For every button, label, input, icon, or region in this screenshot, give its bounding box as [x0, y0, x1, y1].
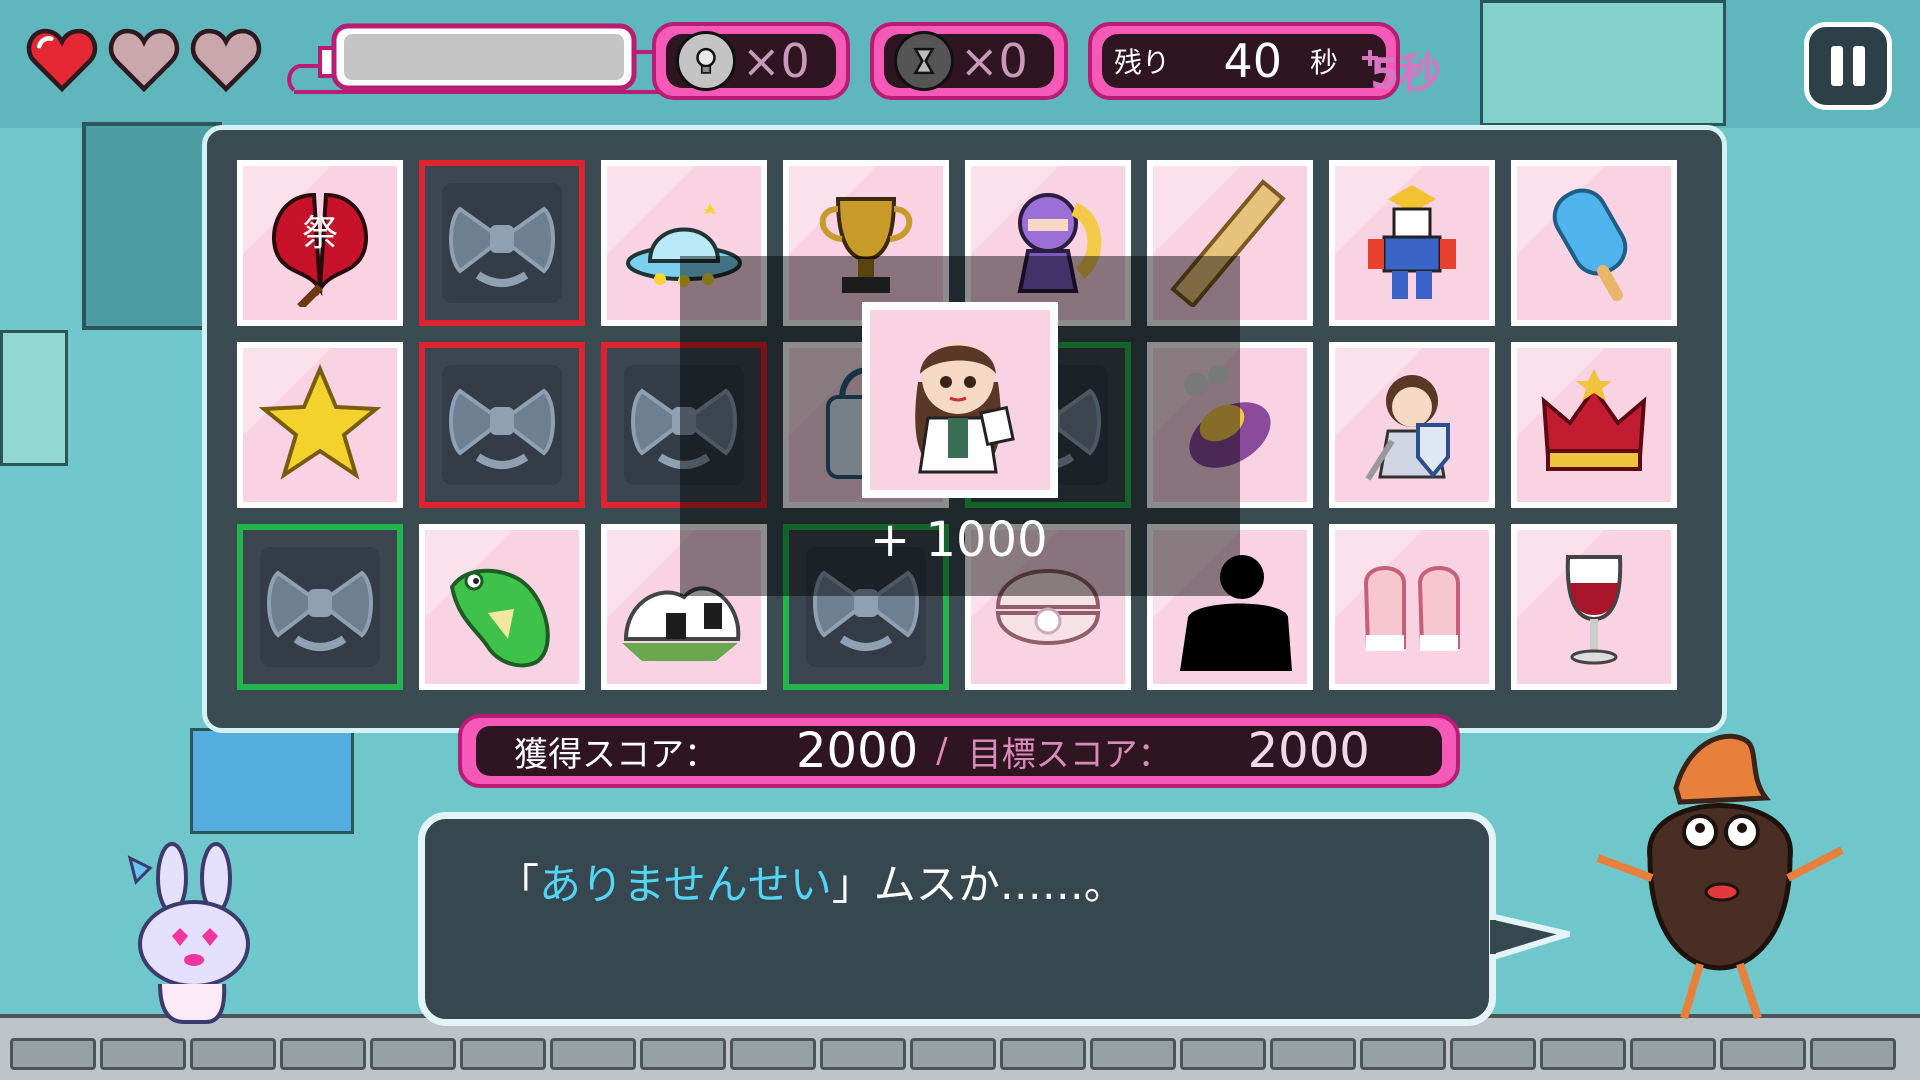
- card-2-1[interactable]: [419, 524, 585, 690]
- life-hearts: [24, 22, 264, 98]
- svg-text:祭: 祭: [302, 213, 338, 254]
- hint-count: ×0: [742, 34, 810, 88]
- time-bonus: 5秒: [1370, 49, 1442, 98]
- bow-icon: [260, 547, 380, 667]
- hint-item-counter[interactable]: ×0: [652, 22, 850, 100]
- score-popup: + 1000: [870, 512, 1048, 568]
- card-2-7[interactable]: [1511, 524, 1677, 690]
- heart-empty-icon: [190, 28, 262, 93]
- dialogue-highlight: ありませんせい: [539, 860, 832, 909]
- matched-card-popup: [862, 302, 1058, 498]
- timer-panel: 残り 40 秒: [1088, 22, 1400, 100]
- fever-gauge: [287, 23, 659, 94]
- background-window-right: [1480, 0, 1726, 126]
- chestnut-character: [1596, 733, 1844, 1020]
- card-1-6[interactable]: [1329, 342, 1495, 508]
- card-0-6[interactable]: [1329, 160, 1495, 326]
- background-blue-sign: [190, 728, 354, 834]
- earned-score-value: 2000: [796, 723, 919, 779]
- hourglass-icon: [894, 31, 954, 91]
- target-score-label: 目標スコア：: [967, 734, 1172, 775]
- popsicle-icon: [1552, 188, 1628, 302]
- card-0-0[interactable]: 祭: [237, 160, 403, 326]
- scientist-girl-icon: [915, 342, 1015, 474]
- time-item-count: ×0: [960, 34, 1028, 88]
- score-bar: 獲得スコア： 2000 / 目標スコア： 2000: [458, 714, 1460, 788]
- card-0-7[interactable]: [1511, 160, 1677, 326]
- heart-empty-icon: [108, 28, 180, 93]
- card-1-0[interactable]: [237, 342, 403, 508]
- star-icon: [258, 363, 382, 480]
- wine-glass-icon: [1565, 555, 1623, 665]
- dialogue-tail: [1490, 914, 1570, 962]
- crown-icon: [1541, 369, 1647, 471]
- background-window: [82, 122, 222, 330]
- card-2-6[interactable]: [1329, 524, 1495, 690]
- pause-button[interactable]: [1804, 22, 1892, 110]
- target-score-value: 2000: [1247, 723, 1370, 779]
- timer-label: 残り: [1114, 46, 1171, 79]
- knight-girl-icon: [1365, 375, 1450, 481]
- card-0-1[interactable]: [419, 160, 585, 326]
- pause-icon: [1831, 46, 1843, 86]
- card-1-7[interactable]: [1511, 342, 1677, 508]
- timer-value: 40: [1223, 34, 1283, 88]
- score-separator: /: [936, 731, 948, 771]
- bow-icon: [442, 365, 562, 485]
- card-1-1[interactable]: [419, 342, 585, 508]
- dialogue-text: 「ありませんせい」ムスか……。: [497, 860, 1126, 909]
- heart-full-icon: [26, 28, 98, 93]
- bow-icon: [442, 183, 562, 303]
- card-2-0[interactable]: [237, 524, 403, 690]
- timer-unit: 秒: [1310, 46, 1339, 79]
- rabbit-character: [127, 842, 250, 1024]
- dialogue-box[interactable]: 「ありませんせい」ムスか……。: [418, 812, 1496, 1026]
- robot-icon: [1368, 185, 1456, 299]
- festival-fan-icon: 祭: [271, 192, 369, 307]
- lightbulb-icon: [676, 31, 736, 91]
- crocodile-icon: [449, 568, 550, 668]
- time-item-counter[interactable]: ×0: [870, 22, 1068, 100]
- earned-score-label: 獲得スコア：: [514, 734, 718, 775]
- background-shelf: [0, 330, 68, 466]
- mittens-icon: [1363, 566, 1460, 651]
